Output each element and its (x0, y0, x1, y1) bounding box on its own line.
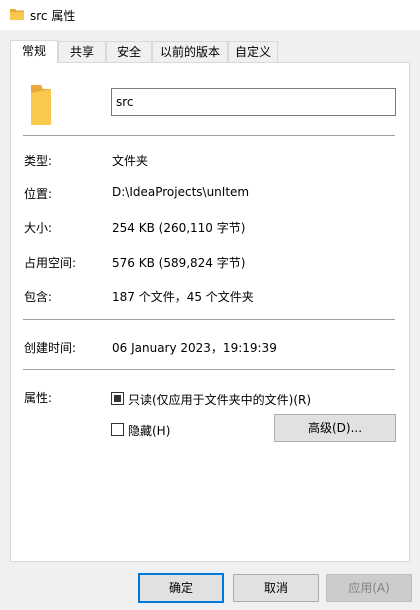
disk-size-label: 占用空间: (24, 256, 77, 270)
size-label: 大小: (24, 221, 53, 235)
contains-value: 187 个文件，45 个文件夹 (112, 290, 254, 304)
tab-general[interactable]: 常规 (10, 40, 58, 63)
tab-sharing[interactable]: 共享 (58, 41, 106, 62)
readonly-label[interactable]: 只读(仅应用于文件夹中的文件)(R) (128, 391, 311, 408)
size-value: 254 KB (260,110 字节) (112, 221, 246, 235)
location-label: 位置: (24, 187, 53, 201)
large-folder-icon (29, 83, 53, 130)
hidden-label[interactable]: 隐藏(H) (128, 422, 170, 439)
advanced-button[interactable]: 高级(D)... (274, 414, 396, 442)
title-bar: src 属性 (0, 0, 420, 30)
location-value: D:\IdeaProjects\unItem (112, 185, 250, 199)
folder-icon (10, 8, 24, 23)
tab-previous-versions[interactable]: 以前的版本 (152, 41, 228, 62)
hidden-checkbox[interactable] (111, 423, 124, 436)
divider (23, 369, 395, 370)
folder-name-input[interactable] (111, 88, 396, 116)
contains-label: 包含: (24, 290, 53, 304)
cancel-button[interactable]: 取消 (233, 574, 319, 602)
divider (23, 135, 395, 136)
divider (23, 319, 395, 320)
created-label: 创建时间: (24, 341, 77, 355)
apply-button[interactable]: 应用(A) (326, 574, 412, 602)
ok-button[interactable]: 确定 (138, 573, 224, 603)
window-title: src 属性 (30, 9, 76, 23)
tab-security[interactable]: 安全 (106, 41, 152, 62)
type-label: 类型: (24, 154, 53, 168)
attributes-label: 属性: (24, 391, 53, 405)
readonly-checkbox[interactable] (111, 392, 124, 405)
created-value: 06 January 2023，19:19:39 (112, 341, 277, 355)
type-value: 文件夹 (112, 154, 149, 168)
disk-size-value: 576 KB (589,824 字节) (112, 256, 246, 270)
general-panel: 类型: 文件夹 位置: D:\IdeaProjects\unItem 大小: 2… (10, 62, 410, 562)
tab-customize[interactable]: 自定义 (228, 41, 278, 62)
